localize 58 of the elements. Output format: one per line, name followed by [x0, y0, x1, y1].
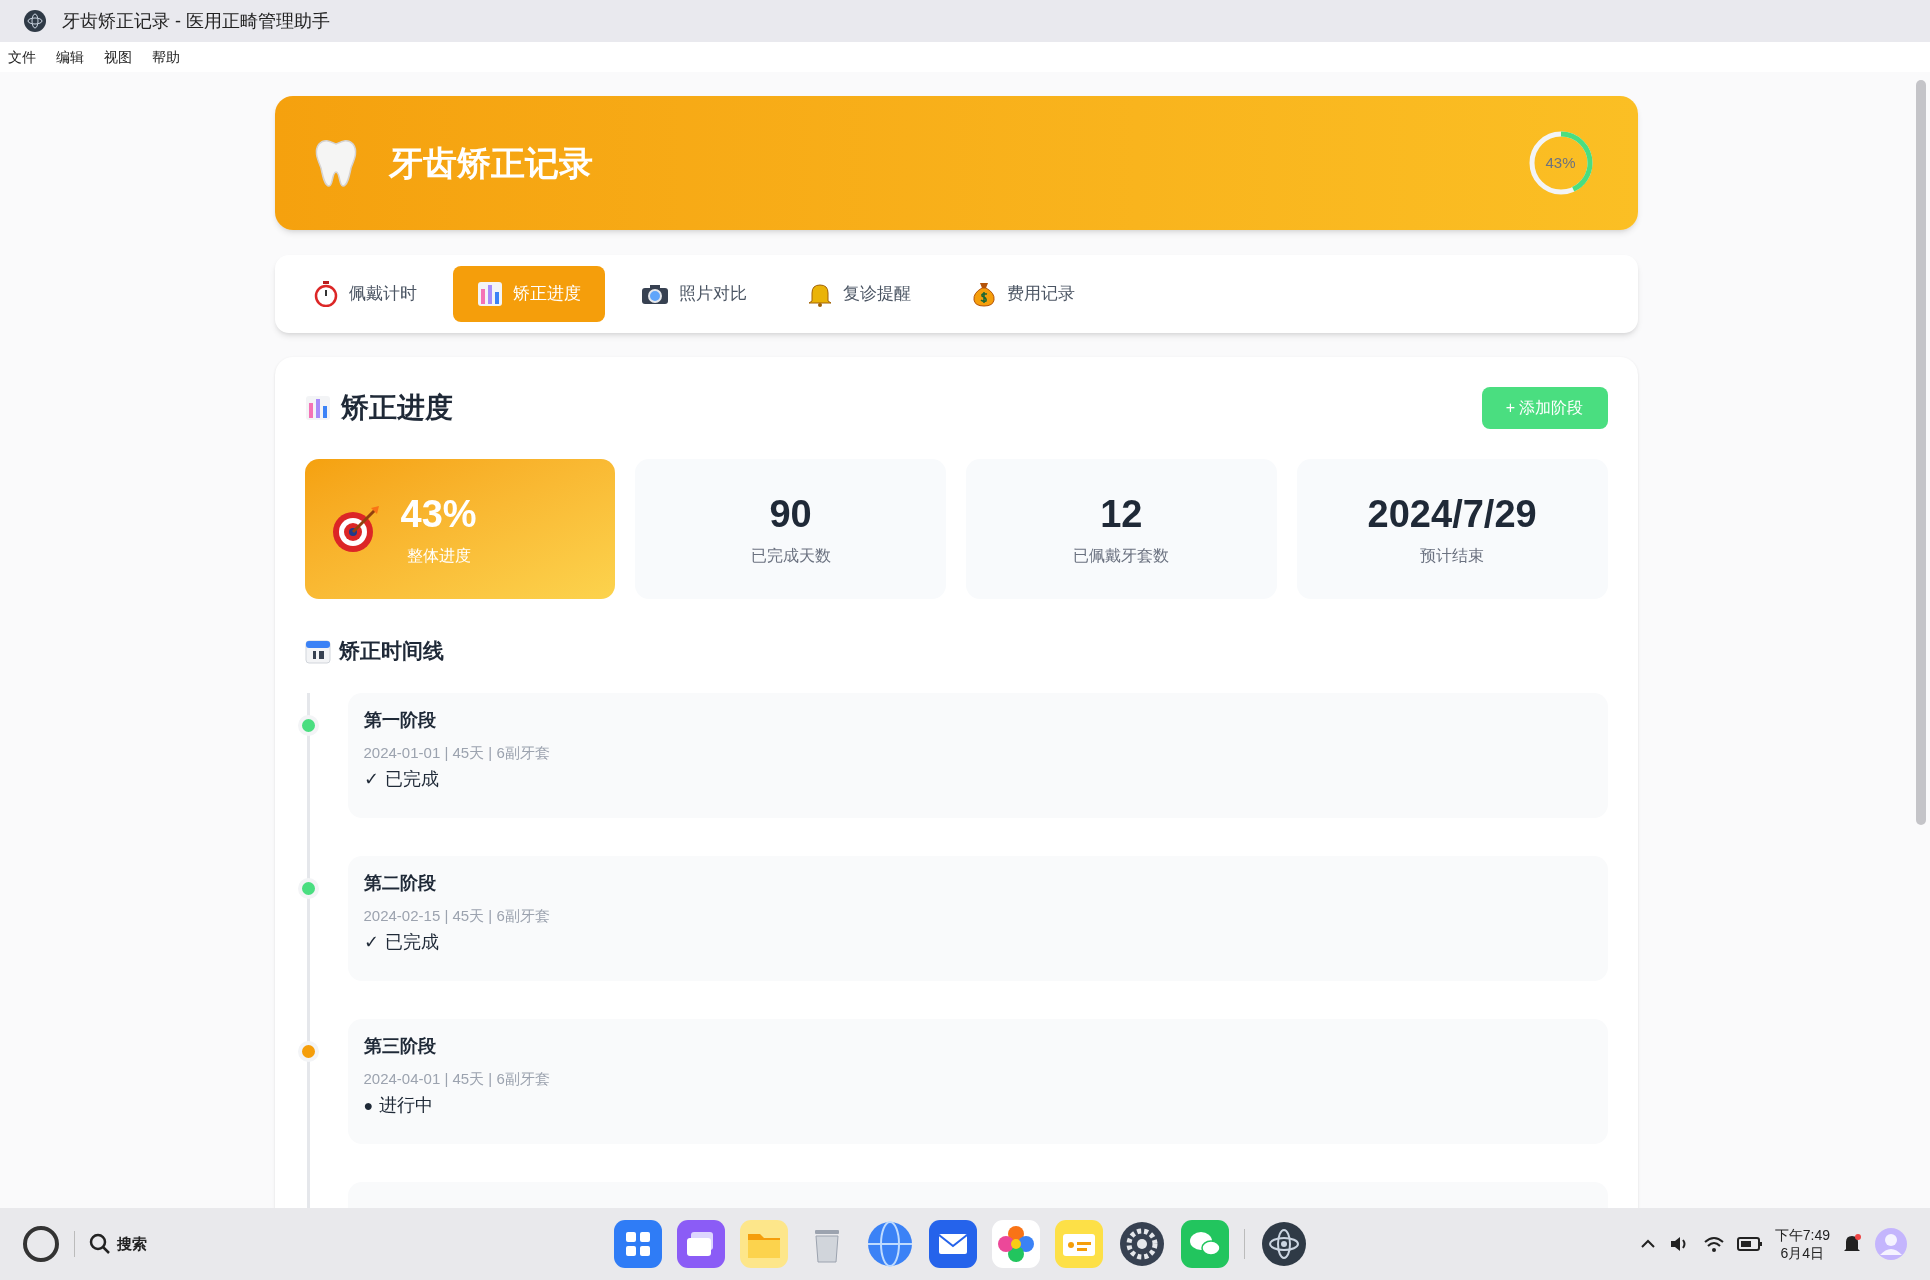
menu-item[interactable]: 视图 [104, 46, 132, 68]
progress-ring: 43% [1527, 130, 1594, 196]
app-icon [24, 10, 46, 32]
clock[interactable]: 下午7:49 6月4日 [1774, 1226, 1830, 1262]
stat-value: 2024/7/29 [1367, 492, 1537, 537]
start-button[interactable] [22, 1225, 60, 1263]
tab[interactable]: 费用记录 [946, 266, 1099, 322]
scrollbar-thumb[interactable] [1916, 80, 1926, 825]
stage-title: 第三阶段 [363, 1034, 436, 1058]
bell-icon [806, 281, 833, 307]
stat-label: 已佩戴牙套数 [1073, 546, 1170, 566]
status-text: 已完成 [384, 931, 439, 954]
calendar-icon [304, 637, 331, 664]
stage-details: 2024-02-15 | 45天 | 6副牙套 [363, 905, 550, 926]
menu-item[interactable]: 编辑 [56, 46, 84, 68]
flower-icon[interactable] [992, 1220, 1040, 1268]
tab[interactable]: 佩戴计时 [288, 266, 441, 322]
timeline-title: 矫正时间线 [338, 638, 444, 664]
stat-label: 预计结束 [1420, 546, 1485, 566]
app-heading: 牙齿矫正记录 [388, 142, 593, 184]
stat-value: 90 [769, 492, 812, 537]
status-text: 进行中 [379, 1094, 434, 1117]
chat-icon[interactable] [1181, 1220, 1229, 1268]
gear-icon[interactable] [1118, 1220, 1166, 1268]
stopwatch-icon [312, 281, 339, 307]
tab[interactable]: 照片对比 [616, 266, 771, 322]
status-text: 已完成 [384, 768, 439, 791]
globe-icon[interactable] [866, 1220, 914, 1268]
menu-item[interactable]: 帮助 [152, 46, 180, 68]
stage-details: 2024-01-01 | 45天 | 6副牙套 [363, 742, 550, 763]
money-bag-icon [970, 281, 997, 307]
section-title: 矫正进度 [340, 391, 453, 425]
tab[interactable]: 复诊提醒 [782, 266, 935, 322]
bar-chart-icon [476, 281, 503, 307]
camera-icon [640, 282, 669, 306]
menu-item[interactable]: 文件 [8, 46, 36, 68]
target-icon [330, 504, 381, 554]
bar-chart-icon [304, 395, 331, 421]
window-title: 牙齿矫正记录 - 医用正畸管理助手 [62, 9, 330, 33]
wifi-icon[interactable] [1702, 1234, 1725, 1254]
windows-icon[interactable] [677, 1220, 725, 1268]
mail-icon[interactable] [929, 1220, 977, 1268]
status-mark: ✓ [363, 931, 379, 954]
card-icon[interactable] [1055, 1220, 1103, 1268]
stage-title: 第一阶段 [363, 708, 436, 732]
battery-icon[interactable] [1736, 1236, 1763, 1252]
stat-label: 已完成天数 [750, 546, 831, 566]
stat-value: 12 [1100, 492, 1143, 537]
apps-grid-icon[interactable] [614, 1220, 662, 1268]
stage-details: 2024-04-01 | 45天 | 6副牙套 [363, 1068, 550, 1089]
stat-value: 43% [400, 492, 477, 537]
atom-icon[interactable] [1260, 1220, 1308, 1268]
stage-title: 第二阶段 [363, 871, 436, 895]
status-mark: ● [363, 1095, 374, 1116]
search-button[interactable]: 搜索 [89, 1232, 147, 1256]
search-icon [89, 1233, 111, 1255]
stat-label: 整体进度 [406, 546, 471, 566]
status-mark: ✓ [363, 768, 379, 791]
